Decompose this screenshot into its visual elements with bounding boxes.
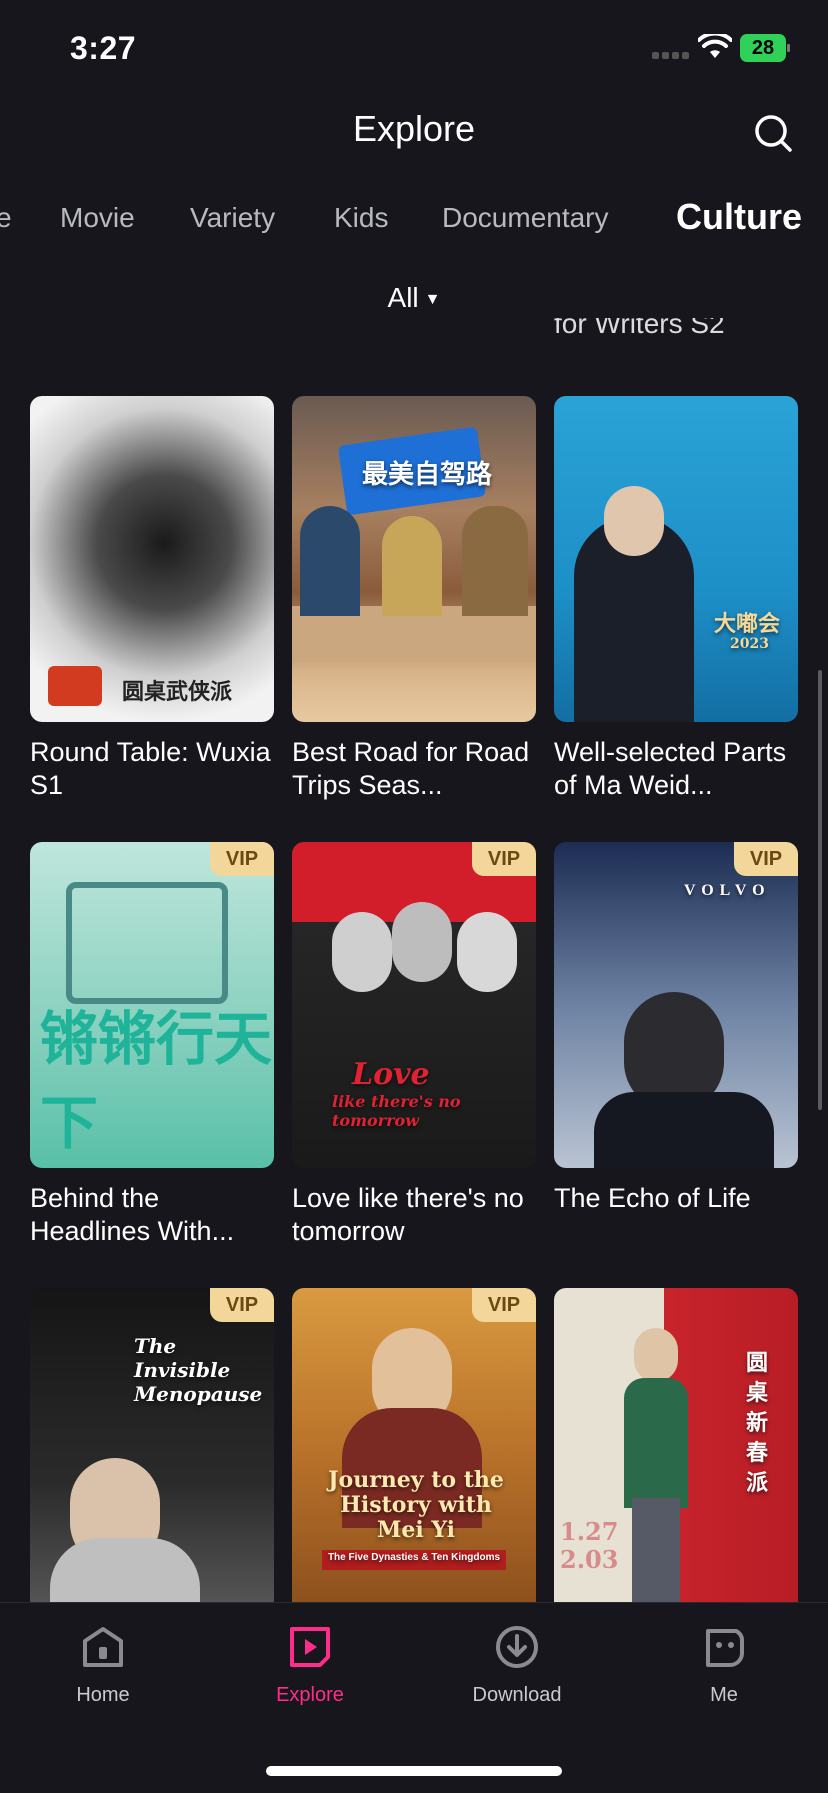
card-title: Well-selected Parts of Ma Weid...	[554, 737, 787, 800]
tab-label: Download	[472, 1684, 562, 1706]
vip-badge: VIP	[472, 842, 536, 876]
poster-logo-text: The Invisible Menopause	[134, 1334, 263, 1406]
poster-subtitle: like there's no tomorrow	[332, 1092, 461, 1130]
cellular-signal-icon	[652, 52, 690, 60]
poster-image: 锵锵行天下	[30, 842, 274, 1168]
poster-image: 圆桌新春派 1.27 2.03	[554, 1288, 798, 1614]
poster-image: Journey to the History with Mei Yi The F…	[292, 1288, 536, 1614]
battery-icon: 28	[740, 34, 790, 62]
search-icon[interactable]	[752, 112, 794, 154]
vip-badge: VIP	[472, 1288, 536, 1322]
poster-logo-text: 圆桌武侠派	[122, 679, 233, 705]
tab-label: Home	[76, 1684, 130, 1706]
card-title: Round Table: Wuxia S1	[30, 737, 271, 800]
tab-variety[interactable]: Variety	[190, 202, 275, 234]
poster-image: 大嘟会 2023	[554, 396, 798, 722]
bottom-tab-bar: Home Explore Download Me	[0, 1602, 828, 1793]
category-tabs: e Movie Variety Kids Documentary Culture	[0, 196, 828, 240]
poster-logo-text: Journey to the History with Mei Yi	[328, 1467, 504, 1543]
tab-me[interactable]: Me	[644, 1623, 804, 1707]
poster-logo-text: Love	[352, 1057, 430, 1092]
poster-logo-text: 圆桌新春派	[746, 1350, 769, 1496]
tab-culture[interactable]: Culture	[676, 196, 802, 238]
chevron-down-icon: ▼	[424, 290, 441, 308]
scrollbar[interactable]	[818, 670, 822, 1110]
tab-download[interactable]: Download	[437, 1623, 597, 1707]
wifi-icon	[698, 34, 732, 58]
poster-image: 最美自驾路	[292, 396, 536, 722]
card-title: Behind the Headlines With...	[30, 1183, 235, 1246]
tab-explore[interactable]: Explore	[230, 1623, 390, 1707]
card-title: The Echo of Life	[554, 1183, 751, 1213]
tab-label: Explore	[276, 1684, 344, 1706]
poster-logo-text: 大嘟会	[714, 611, 781, 637]
poster-logo-text: 锵锵行天下	[40, 1005, 273, 1157]
home-indicator	[266, 1766, 562, 1776]
card-title: Love like there's no tomorrow	[292, 1183, 524, 1246]
vip-badge: VIP	[210, 1288, 274, 1322]
filter-dropdown[interactable]: All ▼	[0, 282, 828, 314]
tab-home[interactable]: Home	[23, 1623, 183, 1707]
poster-date: 1.27 2.03	[560, 1517, 619, 1574]
tab-documentary[interactable]: Documentary	[442, 202, 609, 234]
poster-year: 2023	[730, 636, 769, 652]
status-bar: 3:27 28	[0, 0, 828, 100]
vip-badge: VIP	[734, 842, 798, 876]
poster-logo-text: 最美自驾路	[362, 460, 493, 490]
tab-movie[interactable]: Movie	[60, 202, 135, 234]
status-time: 3:27	[70, 30, 137, 66]
vip-badge: VIP	[210, 842, 274, 876]
card-title-partial: for Writers S2	[554, 318, 725, 339]
home-icon	[83, 1627, 123, 1667]
poster-image: The Invisible Menopause	[30, 1288, 274, 1614]
poster-logo-text: VOLVO	[684, 882, 771, 899]
filter-label: All	[387, 282, 419, 313]
tab-label: Me	[710, 1684, 738, 1706]
tab-partial[interactable]: e	[0, 202, 12, 234]
page-title: Explore	[352, 108, 476, 149]
poster-image: VOLVO	[554, 842, 798, 1168]
me-icon	[706, 1629, 744, 1667]
poster-image: Love like there's no tomorrow	[292, 842, 536, 1168]
poster-image: 圆桌武侠派	[30, 396, 274, 722]
poster-logo	[48, 666, 102, 706]
poster-subtitle: The Five Dynasties & Ten Kingdoms	[327, 1552, 501, 1563]
explore-icon	[290, 1627, 330, 1667]
battery-level: 28	[740, 34, 786, 62]
download-icon	[496, 1626, 538, 1668]
tab-kids[interactable]: Kids	[334, 202, 388, 234]
card-title: Best Road for Road Trips Seas...	[292, 737, 530, 800]
